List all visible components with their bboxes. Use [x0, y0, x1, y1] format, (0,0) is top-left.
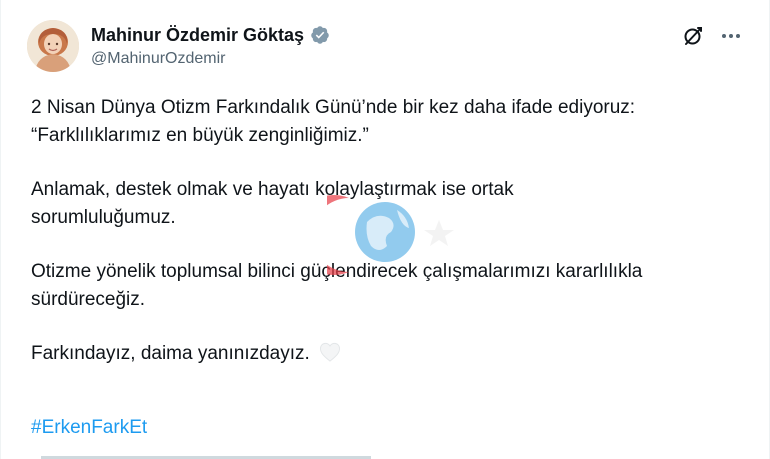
- author-names: Mahinur Özdemir Göktaş @MahinurOzdemir: [91, 23, 330, 68]
- tweet-text-line: Farkındayız, daima yanınızdayız.: [31, 343, 310, 364]
- tweet-paragraph: 2 Nisan Dünya Otizm Farkındalık Günü’nde…: [31, 94, 743, 150]
- display-name-row: Mahinur Özdemir Göktaş: [91, 23, 330, 47]
- tweet-text-line: “Farklılıklarımız en büyük zenginliğimiz…: [31, 125, 369, 146]
- display-name[interactable]: Mahinur Özdemir Göktaş: [91, 25, 304, 46]
- tweet-paragraph: Otizme yönelik toplumsal bilinci güçlend…: [31, 258, 743, 314]
- grok-icon[interactable]: [681, 24, 705, 48]
- verified-badge-icon[interactable]: [310, 25, 330, 45]
- tweet-paragraph: Anlamak, destek olmak ve hayatı kolaylaş…: [31, 176, 743, 232]
- tweet-header: Mahinur Özdemir Göktaş @MahinurOzdemir: [27, 20, 743, 76]
- more-options-icon[interactable]: [719, 24, 743, 48]
- tweet-text-line: Otizme yönelik toplumsal bilinci güçlend…: [31, 261, 643, 282]
- tweet-card: Mahinur Özdemir Göktaş @MahinurOzdemir 2…: [0, 0, 770, 459]
- tweet-paragraph: Farkındayız, daima yanınızdayız.: [31, 340, 743, 368]
- tweet-text-line: sürdüreceğiz.: [31, 289, 146, 310]
- tweet-text-line: Anlamak, destek olmak ve hayatı kolaylaş…: [31, 179, 514, 200]
- hashtag-link[interactable]: #ErkenFarkEt: [31, 414, 147, 442]
- tweet-body: 2 Nisan Dünya Otizm Farkındalık Günü’nde…: [31, 94, 743, 394]
- white-heart-icon: [319, 342, 341, 362]
- tweet-text-line: 2 Nisan Dünya Otizm Farkındalık Günü’nde…: [31, 97, 636, 118]
- avatar-image: [27, 20, 79, 72]
- header-actions: [681, 24, 743, 48]
- tweet-text-line: sorumluluğumuz.: [31, 207, 176, 228]
- author-handle[interactable]: @MahinurOzdemir: [91, 50, 330, 68]
- avatar[interactable]: [27, 20, 79, 72]
